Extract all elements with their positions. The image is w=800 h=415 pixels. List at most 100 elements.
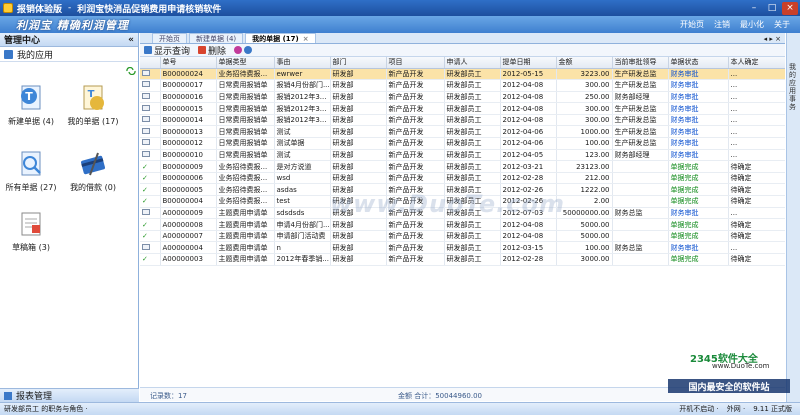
column-header[interactable]: 提单日期 — [500, 57, 557, 69]
row-status-cell: ✓ — [140, 172, 161, 185]
table-row[interactable]: B00000024 业务招待费报... ewrwer 研发部 新产品开发 研发部员工 201… — [140, 68, 785, 81]
tab-new-documents[interactable]: 新建单据 (4) — [189, 33, 244, 43]
document-icon — [142, 104, 150, 111]
cell-dept: 研发部 — [330, 172, 387, 185]
check-icon: ✓ — [142, 185, 148, 194]
check-icon: ✓ — [142, 197, 148, 206]
table-row[interactable]: ✓ B00000006 业务招待费报... wsd 研发部 新产品开发 研发部员工 2012-… — [140, 172, 785, 185]
cell-approver — [612, 253, 669, 266]
menu-logout[interactable]: 注销 — [714, 19, 730, 30]
cell-confirm: ... — [728, 241, 785, 254]
cell-type: 主题费用申请单 — [216, 253, 275, 266]
table-row[interactable]: B00000010 日常费用报销单 测试 研发部 新产品开发 研发部员工 2012-04-0… — [140, 149, 785, 162]
tab-close-icon[interactable]: × — [303, 35, 309, 43]
minimize-button[interactable]: – — [746, 2, 762, 15]
table-row[interactable]: B00000015 日常费用报销单 报销2012年3... 研发部 新产品开发 研发部员工… — [140, 102, 785, 115]
table-row[interactable]: B00000017 日常费用报销单 报销4月份部门... 研发部 新产品开发 研发部员工 2… — [140, 79, 785, 92]
column-header[interactable]: 单号 — [160, 57, 217, 69]
menu-home[interactable]: 开始页 — [680, 19, 704, 30]
cell-approver: 生产研发总监 — [612, 79, 669, 92]
column-header[interactable]: 当前审批领导 — [612, 57, 669, 69]
cell-type: 日常费用报销单 — [216, 149, 275, 162]
toolbar-extra-button[interactable] — [234, 46, 254, 54]
cell-reason: ewrwer — [274, 68, 331, 81]
cell-approver: 财务总监 — [612, 241, 669, 254]
cell-reason: 申请4月份部门... — [274, 218, 331, 231]
tab-start-page[interactable]: 开始页 — [152, 33, 187, 43]
table-row[interactable]: ✓ A00000003 主题费用申请单 2012年春季销... 研发部 新产品开发 研发部员… — [140, 253, 785, 266]
cell-confirm: 待确定 — [728, 172, 785, 185]
reports-management[interactable]: 报表管理 — [0, 388, 139, 402]
row-status-cell — [140, 91, 161, 104]
cell-reason: 测试单据 — [274, 137, 331, 150]
row-status-cell: ✓ — [140, 230, 161, 243]
tile-label: 我的单据 (17) — [67, 117, 119, 126]
table-row[interactable]: ✓ A00000008 主题费用申请单 申请4月份部门... 研发部 新产品开发 研发部员工… — [140, 218, 785, 231]
status-version: 9.11 正式版 — [753, 405, 792, 413]
cell-dept: 研发部 — [330, 160, 387, 173]
my-apps-section[interactable]: 我的应用 — [0, 47, 138, 62]
table-row[interactable]: B00000012 日常费用报销单 测试单据 研发部 新产品开发 研发部员工 2012-04… — [140, 137, 785, 150]
table-row[interactable]: B00000014 日常费用报销单 报销2012年3... 研发部 新产品开发 研发部员工… — [140, 114, 785, 127]
table-row[interactable]: A00000004 主题费用申请单 n 研发部 新产品开发 研发部员工 2012-03-15… — [140, 241, 785, 254]
column-header[interactable] — [140, 57, 161, 69]
row-status-cell — [140, 79, 161, 92]
column-header[interactable]: 单据类型 — [216, 57, 275, 69]
column-header[interactable]: 事由 — [274, 57, 331, 69]
tab-my-documents[interactable]: 我的单据 (17) × — [245, 33, 316, 43]
refresh-icon[interactable] — [126, 67, 136, 75]
tile-drafts[interactable]: 草稿箱 (3) — [0, 209, 62, 253]
cell-status: 单据完成 — [668, 218, 729, 231]
left-panel-title: 管理中心 — [4, 36, 41, 46]
tab-label: 开始页 — [159, 34, 180, 43]
cell-no: B00000009 — [160, 160, 217, 173]
cell-reason: wsd — [274, 172, 331, 185]
tile-my-loans[interactable]: 我的借款 (0) — [62, 149, 124, 193]
watermark-center: www.DuoTe.com — [330, 190, 565, 218]
table-row[interactable]: ✓ A00000007 主题费用申请单 申请部门活动费 研发部 新产品开发 研发部员工 201… — [140, 230, 785, 243]
column-header[interactable]: 本人确定 — [728, 57, 785, 69]
tile-all-documents[interactable]: 所有单据 (27) — [0, 149, 62, 193]
cell-applicant: 研发部员工 — [444, 68, 501, 81]
cell-amount: 300.00 — [556, 79, 613, 92]
row-status-cell — [140, 68, 161, 81]
cell-project: 新产品开发 — [386, 79, 445, 92]
title-separator: - — [68, 3, 72, 13]
cell-date: 2012-04-08 — [500, 114, 557, 127]
menu-about[interactable]: 关于 — [774, 19, 790, 30]
cell-date: 2012-05-15 — [500, 68, 557, 81]
maximize-button[interactable]: □ — [764, 2, 780, 15]
banner-menu: 开始页 注销 最小化 关于 — [680, 19, 800, 30]
row-status-cell: ✓ — [140, 160, 161, 173]
cell-amount: 100.00 — [556, 137, 613, 150]
column-header[interactable]: 单据状态 — [668, 57, 729, 69]
collapse-icon[interactable]: « — [128, 35, 134, 45]
table-row[interactable]: ✓ B00000009 业务招待费报... 是对方说道 研发部 新产品开发 研发部员工 201… — [140, 160, 785, 173]
right-side-panel[interactable]: 我的应用事务 — [786, 33, 800, 402]
cell-type: 业务招待费报... — [216, 160, 275, 173]
column-header[interactable]: 申请人 — [444, 57, 501, 69]
tab-scroll-controls[interactable]: ◂ ▸ × — [764, 35, 781, 43]
window-title: 报销体验版 — [17, 4, 63, 15]
cell-project: 新产品开发 — [386, 137, 445, 150]
cell-applicant: 研发部员工 — [444, 253, 501, 266]
table-row[interactable]: B00000016 日常费用报销单 报销2012年3... 研发部 新产品开发 研发部员工… — [140, 91, 785, 104]
column-header[interactable]: 部门 — [330, 57, 387, 69]
delete-button[interactable]: 删除 — [198, 44, 226, 57]
tile-new-documents[interactable]: T 新建单据 (4) — [0, 83, 62, 127]
close-button[interactable]: × — [782, 1, 798, 15]
cell-reason: 测试 — [274, 149, 331, 162]
column-header[interactable]: 金额 — [556, 57, 613, 69]
my-apps-label: 我的应用 — [17, 50, 54, 61]
tile-my-documents[interactable]: T 我的单据 (17) — [62, 83, 124, 127]
status-autostart[interactable]: 开机不启动 · — [679, 404, 718, 414]
cell-applicant: 研发部员工 — [444, 102, 501, 115]
cell-date: 2012-04-06 — [500, 137, 557, 150]
cell-confirm: 待确定 — [728, 160, 785, 173]
status-user: 研发部员工 的职务与角色 · — [4, 405, 88, 413]
column-header[interactable]: 项目 — [386, 57, 445, 69]
show-query-button[interactable]: 显示查询 — [144, 44, 190, 57]
table-row[interactable]: B00000013 日常费用报销单 测试 研发部 新产品开发 研发部员工 2012-04-0… — [140, 125, 785, 139]
menu-minimize[interactable]: 最小化 — [740, 19, 764, 30]
cell-reason: 报销2012年3... — [274, 114, 331, 127]
